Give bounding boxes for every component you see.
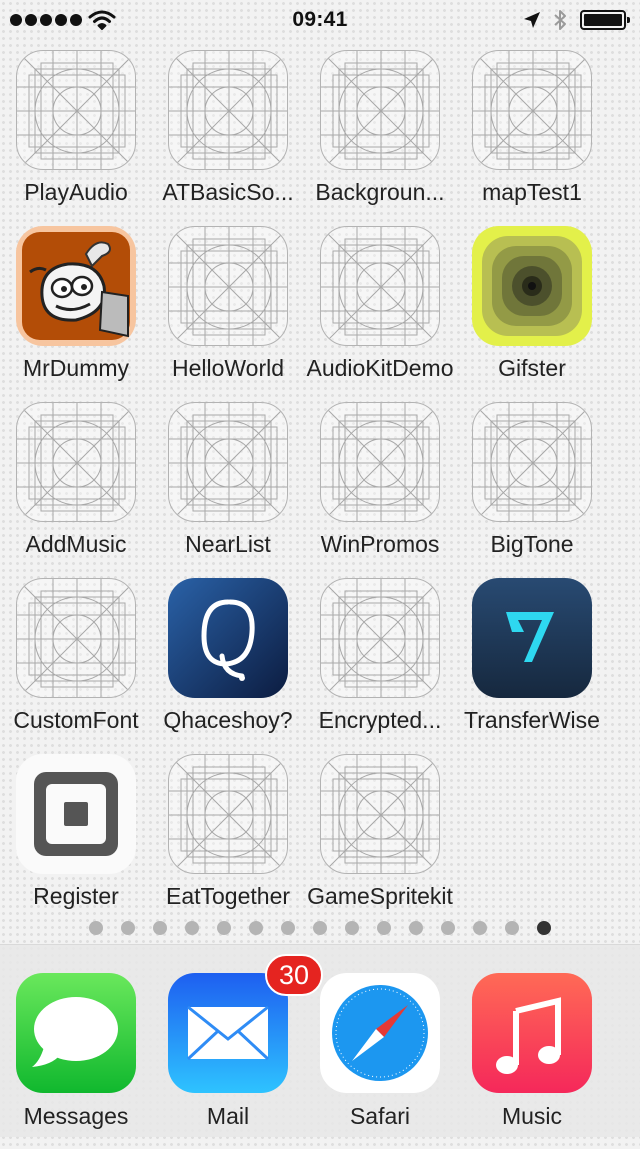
placeholder-icon (472, 50, 592, 170)
placeholder-icon (320, 50, 440, 170)
placeholder-icon (16, 402, 136, 522)
page-indicator[interactable] (0, 921, 640, 935)
page-dot[interactable] (281, 921, 295, 935)
placeholder-icon (320, 754, 440, 874)
app-label: Gifster (498, 355, 566, 381)
placeholder-icon (320, 578, 440, 698)
app-label: Messages (23, 1103, 129, 1129)
placeholder-icon (472, 402, 592, 522)
app-safari[interactable]: Safari (304, 973, 456, 1149)
app-label: Qhaceshoy? (163, 707, 293, 733)
app-label: Register (33, 883, 119, 909)
app-backgroun[interactable]: Backgroun... (304, 50, 456, 226)
app-nearlist[interactable]: NearList (152, 402, 304, 578)
app-register[interactable]: Register (0, 754, 152, 930)
app-label: MrDummy (22, 355, 130, 381)
cartoon-character-icon (16, 226, 136, 346)
page-dot[interactable] (89, 921, 103, 935)
app-label: GameSpritekit (307, 883, 453, 909)
placeholder-icon (16, 50, 136, 170)
app-label: Safari (349, 1103, 411, 1129)
placeholder-icon (168, 402, 288, 522)
app-audiokitdemo[interactable]: AudioKitDemo (304, 226, 456, 402)
speech-bubble-icon (16, 973, 136, 1093)
app-label: HelloWorld (171, 355, 285, 381)
app-atbasicso[interactable]: ATBasicSo... (152, 50, 304, 226)
compass-icon (320, 973, 440, 1093)
app-label: Music (501, 1103, 563, 1129)
q-letter-icon (168, 578, 288, 698)
app-bigtone[interactable]: BigTone (456, 402, 608, 578)
app-qhaceshoy[interactable]: Qhaceshoy? (152, 578, 304, 754)
page-dot[interactable] (377, 921, 391, 935)
page-dot[interactable] (505, 921, 519, 935)
square-register-icon (16, 754, 136, 874)
page-dot[interactable] (441, 921, 455, 935)
placeholder-icon (168, 754, 288, 874)
app-transferwise[interactable]: TransferWise (456, 578, 608, 754)
page-dot[interactable] (473, 921, 487, 935)
app-label: AudioKitDemo (306, 355, 454, 381)
app-label: Encrypted... (318, 707, 442, 733)
page-dot[interactable] (185, 921, 199, 935)
status-time: 09:41 (292, 8, 348, 31)
placeholder-icon (168, 226, 288, 346)
page-dot[interactable] (121, 921, 135, 935)
app-label: AddMusic (25, 531, 127, 557)
app-gifster[interactable]: Gifster (456, 226, 608, 402)
page-dot[interactable] (249, 921, 263, 935)
app-label: CustomFont (13, 707, 139, 733)
app-label: EatTogether (165, 883, 291, 909)
location-arrow-icon (522, 10, 542, 35)
page-dot[interactable] (345, 921, 359, 935)
page-dot[interactable] (217, 921, 231, 935)
concentric-squares-icon (472, 226, 592, 346)
app-helloworld[interactable]: HelloWorld (152, 226, 304, 402)
app-mrdummy[interactable]: MrDummy (0, 226, 152, 402)
placeholder-icon (168, 50, 288, 170)
app-label: Mail (206, 1103, 250, 1129)
app-playaudio[interactable]: PlayAudio (0, 50, 152, 226)
placeholder-icon (320, 402, 440, 522)
app-messages[interactable]: Messages (0, 973, 152, 1149)
app-label: ATBasicSo... (162, 179, 294, 205)
app-encrypted[interactable]: Encrypted... (304, 578, 456, 754)
app-eattogether[interactable]: EatTogether (152, 754, 304, 930)
status-bar: 09:41 (0, 0, 640, 40)
app-label: BigTone (490, 531, 574, 557)
app-label: mapTest1 (482, 179, 582, 205)
app-winpromos[interactable]: WinPromos (304, 402, 456, 578)
app-customfont[interactable]: CustomFont (0, 578, 152, 754)
envelope-icon (168, 973, 288, 1093)
app-mail[interactable]: Mail (152, 973, 304, 1149)
battery-icon (580, 10, 630, 30)
app-label: WinPromos (320, 531, 440, 557)
music-note-icon (472, 973, 592, 1093)
mail-badge: 30 (265, 954, 323, 996)
app-gamespritekit[interactable]: GameSpritekit (304, 754, 456, 930)
placeholder-icon (16, 578, 136, 698)
transferwise-logo-icon (472, 578, 592, 698)
page-dot[interactable] (537, 921, 551, 935)
app-label: Backgroun... (315, 179, 445, 205)
app-label: PlayAudio (24, 179, 128, 205)
page-dot[interactable] (409, 921, 423, 935)
page-dot[interactable] (153, 921, 167, 935)
placeholder-icon (320, 226, 440, 346)
battery-fill (584, 14, 622, 26)
app-label: TransferWise (464, 707, 600, 733)
app-addmusic[interactable]: AddMusic (0, 402, 152, 578)
app-maptest1[interactable]: mapTest1 (456, 50, 608, 226)
bluetooth-icon (552, 8, 568, 37)
page-dot[interactable] (313, 921, 327, 935)
app-label: NearList (185, 531, 271, 557)
app-music[interactable]: Music (456, 973, 608, 1149)
